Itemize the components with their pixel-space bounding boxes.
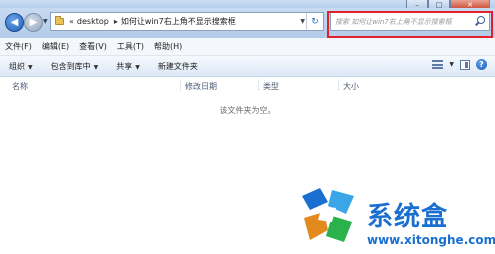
menu-bar: 文件(F) 编辑(E) 查看(V) 工具(T) 帮助(H) <box>0 38 495 56</box>
preview-pane-icon[interactable] <box>460 59 470 70</box>
folder-icon <box>55 16 64 25</box>
address-dropdown-icon[interactable]: ▼ <box>300 18 305 25</box>
back-button[interactable]: ◀ <box>5 13 24 32</box>
forward-arrow-icon: ▶ <box>29 17 38 28</box>
column-headers: 名称 修改日期 类型 大小 <box>0 77 495 93</box>
title-bar: – □ ✕ <box>0 0 495 11</box>
menu-view[interactable]: 查看(V) <box>74 41 112 52</box>
view-controls: ▼ ? <box>432 59 487 70</box>
address-bar[interactable]: « desktop ▸ 如何让win7右上角不显示搜索框 ▼ ↻ <box>50 12 324 31</box>
column-divider[interactable] <box>180 79 181 91</box>
navigation-bar: ◀ ▶ ▼ « desktop ▸ 如何让win7右上角不显示搜索框 ▼ ↻ 搜… <box>0 8 495 38</box>
help-icon[interactable]: ? <box>476 59 487 70</box>
address-overflow[interactable]: « <box>69 17 74 26</box>
include-in-library-label: 包含到库中 <box>50 61 91 71</box>
command-bar: 组织 ▼ 包含到库中 ▼ 共享 ▼ 新建文件夹 ▼ ? <box>0 56 495 77</box>
back-arrow-icon: ◀ <box>10 17 19 28</box>
column-divider[interactable] <box>338 79 339 91</box>
column-type[interactable]: 类型 <box>263 81 279 92</box>
menu-file[interactable]: 文件(F) <box>0 41 37 52</box>
chevron-down-icon: ▼ <box>93 63 99 71</box>
new-folder-button[interactable]: 新建文件夹 <box>149 61 207 72</box>
menu-tools[interactable]: 工具(T) <box>112 41 149 52</box>
watermark-url: www.xitonghe.com <box>367 233 495 247</box>
view-dropdown-icon[interactable]: ▼ <box>449 61 454 68</box>
refresh-icon[interactable]: ↻ <box>306 13 323 30</box>
organize-label: 组织 <box>9 61 25 71</box>
share-button[interactable]: 共享 ▼ <box>107 61 149 72</box>
chevron-down-icon: ▼ <box>28 63 33 71</box>
watermark-logo-icon <box>302 188 354 242</box>
share-label: 共享 <box>116 61 133 71</box>
menu-help[interactable]: 帮助(H) <box>149 41 187 52</box>
column-modified-date[interactable]: 修改日期 <box>185 81 217 92</box>
breadcrumb-desktop[interactable]: desktop <box>77 17 109 26</box>
menu-edit[interactable]: 编辑(E) <box>37 41 74 52</box>
watermark-brand: 系统盒 <box>367 202 449 232</box>
forward-button[interactable]: ▶ <box>24 13 43 32</box>
view-options-icon[interactable] <box>432 60 444 69</box>
breadcrumb-separator-icon[interactable]: ▸ <box>114 17 118 26</box>
empty-folder-message: 该文件夹为空。 <box>219 106 276 115</box>
column-divider[interactable] <box>258 79 259 91</box>
recent-pages-dropdown[interactable]: ▼ <box>43 18 48 25</box>
search-box[interactable]: 搜索 如何让win7右上角不显示搜索框 <box>330 12 490 31</box>
breadcrumb-current-folder[interactable]: 如何让win7右上角不显示搜索框 <box>121 16 236 27</box>
organize-button[interactable]: 组织 ▼ <box>0 61 42 72</box>
column-name[interactable]: 名称 <box>12 81 28 92</box>
search-icon[interactable] <box>477 16 485 24</box>
include-in-library-button[interactable]: 包含到库中 ▼ <box>42 61 108 72</box>
column-size[interactable]: 大小 <box>343 81 359 92</box>
chevron-down-icon: ▼ <box>135 63 140 71</box>
search-input[interactable]: 搜索 如何让win7右上角不显示搜索框 <box>335 17 452 27</box>
